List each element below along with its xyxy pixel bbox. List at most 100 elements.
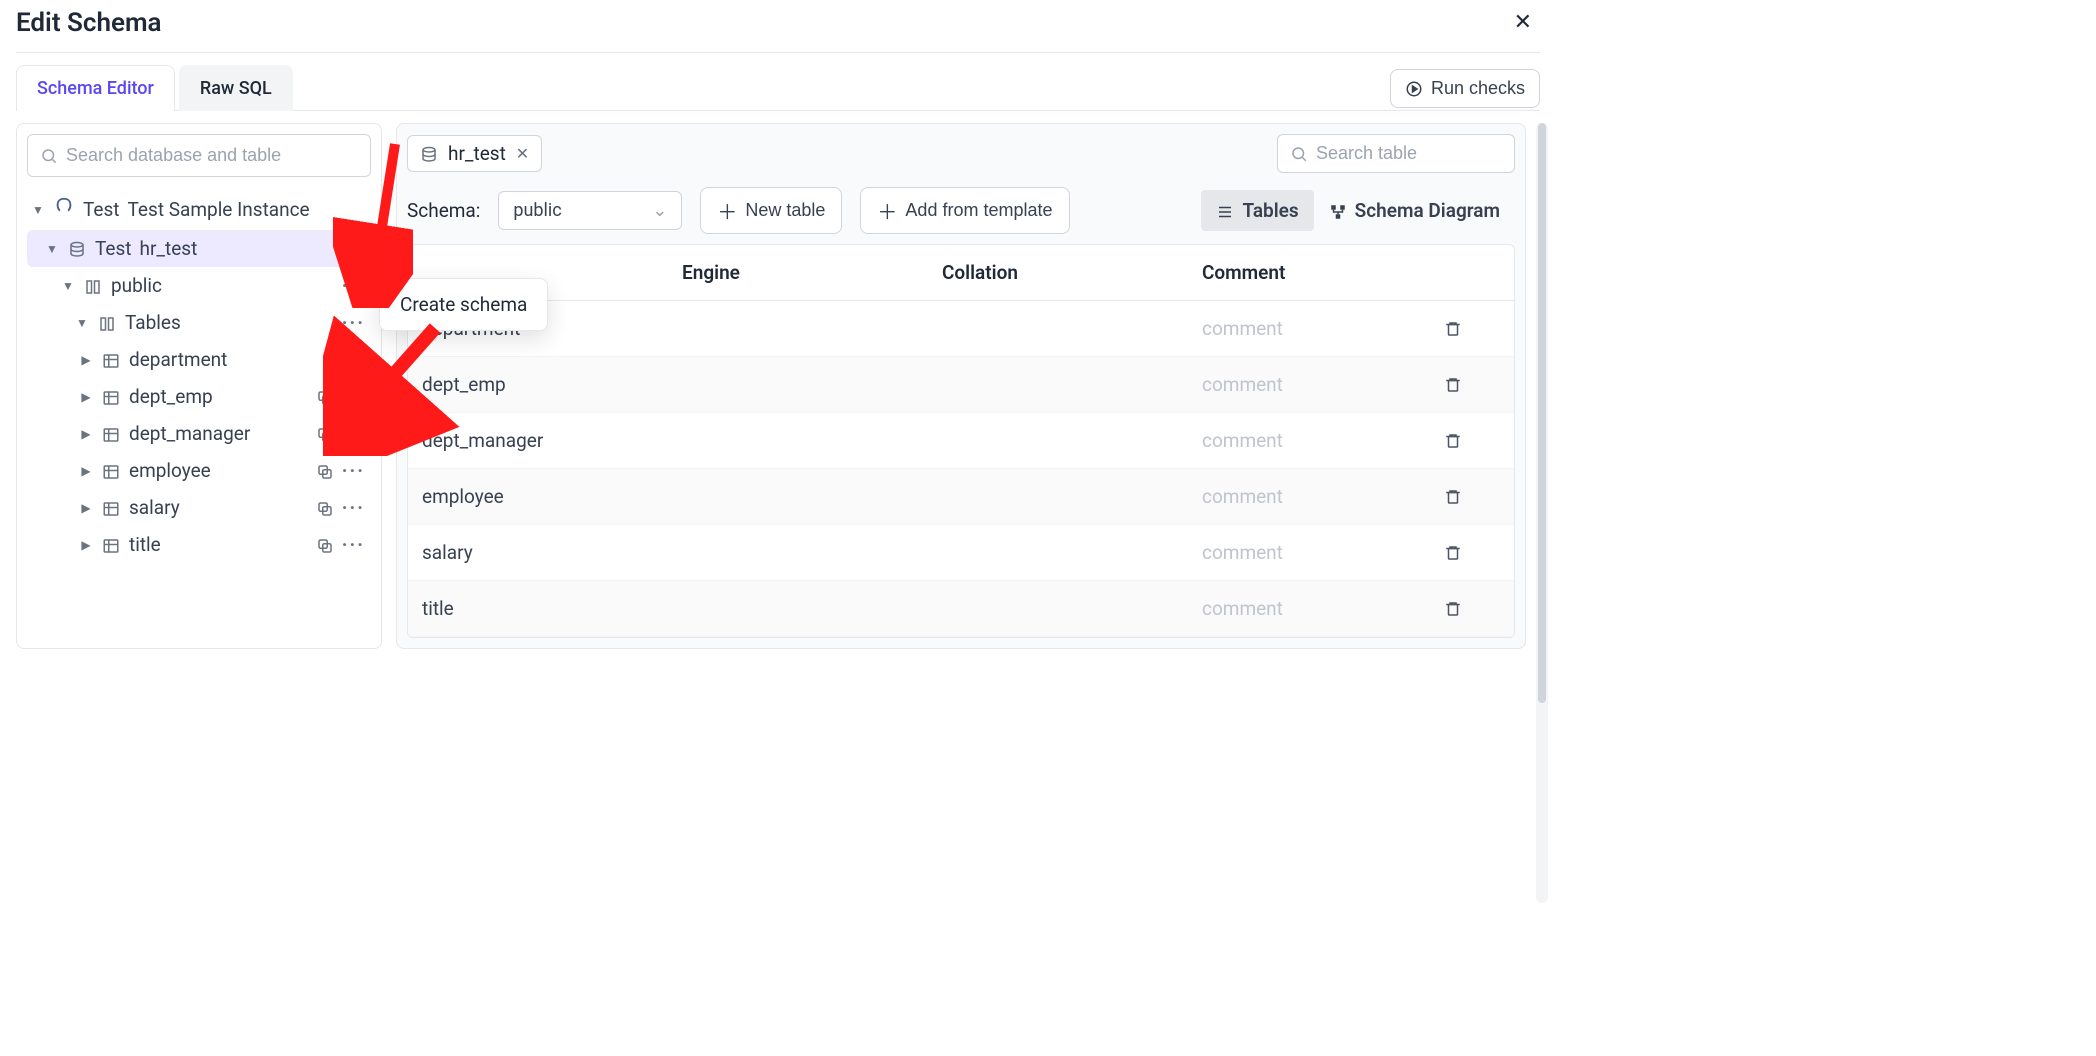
table-more-icon[interactable]: ··· [342,459,365,482]
cell-engine [668,369,928,401]
search-icon [1290,145,1308,163]
db-more-icon[interactable]: ··· [342,237,365,260]
caret-down-icon: ▼ [75,316,89,330]
copy-icon[interactable] [347,348,365,371]
delete-row-button[interactable] [1428,526,1478,579]
plus-icon: ＋ [877,196,897,225]
table-more-icon[interactable]: ··· [342,422,365,445]
copy-icon[interactable] [316,459,334,482]
copy-icon[interactable] [316,533,334,556]
schema-label: Schema: [407,199,480,222]
caret-down-icon: ▼ [45,242,59,256]
cell-collation [928,425,1188,457]
schema-more-icon[interactable]: ··· [342,274,365,297]
tab-raw-sql[interactable]: Raw SQL [179,65,293,111]
search-database-table[interactable] [27,134,371,177]
database-icon [67,237,87,260]
create-schema-menu-item[interactable]: Create schema [400,293,527,316]
divider [16,52,1540,53]
cell-comment[interactable]: comment [1188,301,1428,356]
tables-grid: Engine Collation Comment departmentcomme… [407,244,1515,638]
view-tables-label: Tables [1242,199,1298,222]
search-table-input[interactable] [1316,143,1502,164]
chip-close-icon[interactable]: ✕ [516,144,529,163]
delete-row-button[interactable] [1428,414,1478,467]
table-row[interactable]: title comment [408,581,1514,637]
cell-engine [668,481,928,513]
table-row[interactable]: salary comment [408,525,1514,581]
view-tables-toggle[interactable]: Tables [1201,190,1313,231]
db-name: hr_test [140,237,198,260]
table-more-icon[interactable]: ··· [342,496,365,519]
cell-comment[interactable]: comment [1188,469,1428,524]
database-icon [420,142,438,165]
run-checks-label: Run checks [1431,78,1525,99]
tree-table-dept_manager[interactable]: ▶dept_manager··· [27,415,371,452]
caret-right-icon: ▶ [79,464,93,478]
cell-collation [928,593,1188,625]
database-chip[interactable]: hr_test ✕ [407,135,542,172]
table-more-icon[interactable]: ··· [342,533,365,556]
table-icon [101,496,121,519]
sidebar: ▼ Test Test Sample Instance ▼ Test hr_te… [16,123,382,649]
cell-name: salary [408,525,668,580]
close-icon[interactable]: ✕ [1506,8,1540,38]
table-icon [101,422,121,445]
tree-tables-folder[interactable]: ▼ Tables ··· [27,304,371,341]
col-collation: Collation [928,245,1188,300]
tree-schema-public[interactable]: ▼ public ··· [27,267,371,304]
delete-row-button[interactable] [1428,470,1478,523]
schema-icon [83,274,103,297]
search-icon [40,145,58,166]
col-actions [1428,257,1478,289]
caret-right-icon: ▶ [79,501,93,515]
cell-comment[interactable]: comment [1188,357,1428,412]
tree-table-label: salary [129,496,180,519]
copy-icon[interactable] [316,496,334,519]
table-row[interactable]: departmentcomment [408,301,1514,357]
table-more-icon[interactable]: ··· [342,385,365,408]
tree-table-employee[interactable]: ▶employee··· [27,452,371,489]
new-table-button[interactable]: ＋ New table [700,187,842,234]
tab-schema-editor[interactable]: Schema Editor [16,65,175,111]
tree-instance[interactable]: ▼ Test Test Sample Instance [27,189,371,230]
delete-row-button[interactable] [1428,302,1478,355]
cell-name: employee [408,469,668,524]
search-input[interactable] [66,145,358,166]
cell-collation [928,313,1188,345]
col-comment: Comment [1188,245,1428,300]
cell-engine [668,425,928,457]
view-diagram-label: Schema Diagram [1355,199,1500,222]
table-row[interactable]: employee comment [408,469,1514,525]
table-row[interactable]: dept_empcomment [408,357,1514,413]
tree-table-dept_emp[interactable]: ▶dept_emp··· [27,378,371,415]
cell-comment[interactable]: comment [1188,581,1428,636]
tree-table-department[interactable]: ▶department [27,341,371,378]
caret-down-icon: ▼ [61,279,75,293]
cell-comment[interactable]: comment [1188,413,1428,468]
add-from-template-button[interactable]: ＋ Add from template [860,187,1069,234]
table-row[interactable]: dept_managercomment [408,413,1514,469]
scrollbar-thumb[interactable] [1538,123,1546,703]
tables-more-icon[interactable]: ··· [342,311,365,334]
cell-collation [928,369,1188,401]
cell-name: title [408,581,668,636]
copy-icon[interactable] [316,385,334,408]
delete-row-button[interactable] [1428,582,1478,635]
schema-select[interactable]: public ⌄ [498,191,682,230]
delete-row-button[interactable] [1428,358,1478,411]
table-icon [101,385,121,408]
diagram-icon [1329,199,1347,222]
tree-table-label: dept_manager [129,422,250,445]
cell-comment[interactable]: comment [1188,525,1428,580]
table-icon [101,533,121,556]
search-table[interactable] [1277,134,1515,173]
tree-table-salary[interactable]: ▶ salary ··· [27,489,371,526]
view-diagram-toggle[interactable]: Schema Diagram [1314,190,1515,231]
run-checks-button[interactable]: Run checks [1390,69,1540,108]
tree-table-title[interactable]: ▶title··· [27,526,371,563]
copy-icon[interactable] [316,422,334,445]
instance-prefix: Test [83,198,120,221]
tree-database[interactable]: ▼ Test hr_test ··· [27,230,371,267]
caret-right-icon: ▶ [79,538,93,552]
